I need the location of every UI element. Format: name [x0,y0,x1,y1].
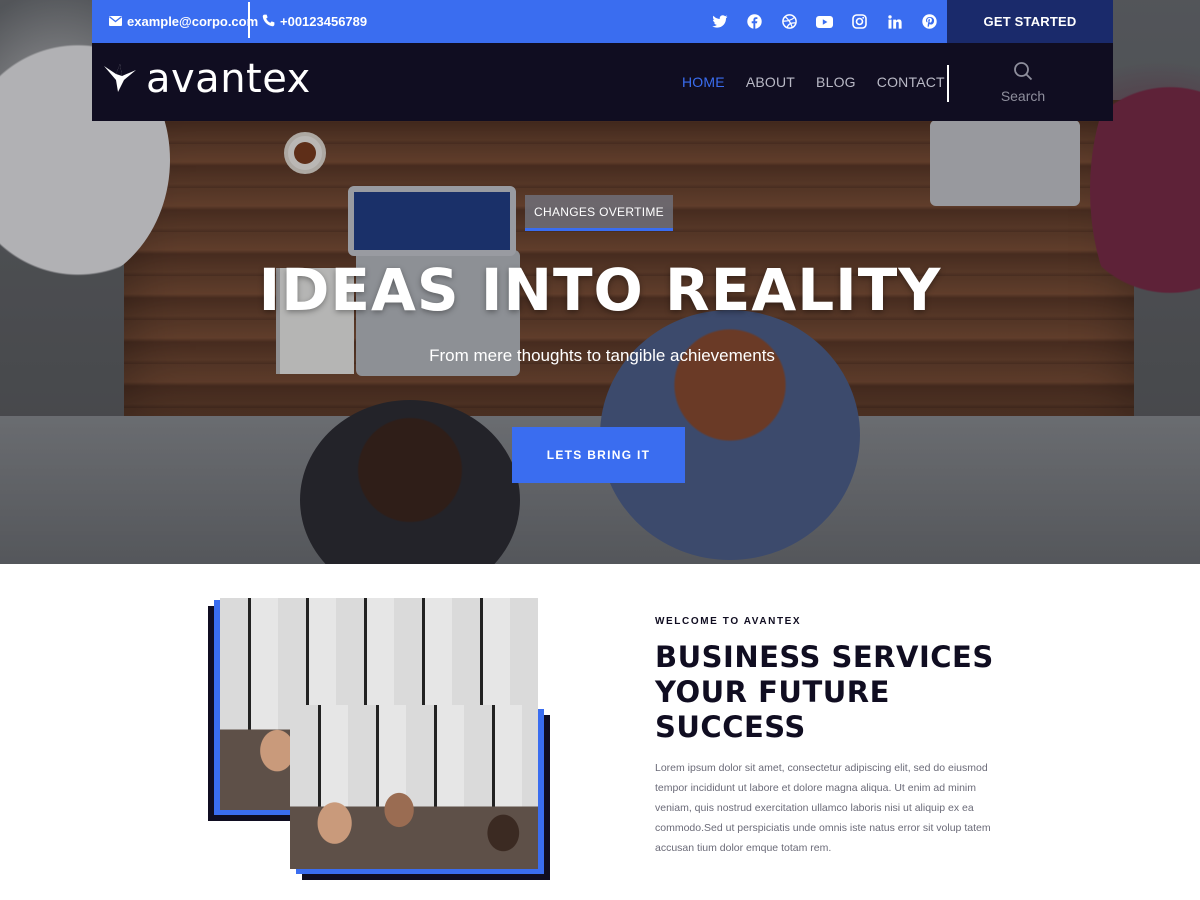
dribbble-icon[interactable] [780,12,799,31]
search-button[interactable]: Search [997,61,1049,104]
about-section [0,564,1200,900]
lets-bring-it-button[interactable]: LETS BRING IT [512,427,685,483]
instagram-icon[interactable] [850,12,869,31]
section-body: Lorem ipsum dolor sit amet, consectetur … [655,762,991,854]
site-logo[interactable]: avantex [102,59,311,99]
topbar: example@corpo.com +00123456789 GET START [92,0,1113,43]
topbar-phone[interactable]: +00123456789 [262,0,367,43]
topbar-email[interactable]: example@corpo.com [109,0,258,43]
nav-link-about[interactable]: ABOUT [746,74,795,90]
topbar-separator [248,2,250,38]
section-eyebrow: WELCOME TO AVANTEX [655,616,802,627]
envelope-icon [109,14,122,29]
linkedin-icon[interactable] [885,12,904,31]
phone-text: +00123456789 [280,14,368,29]
bird-logo-icon [102,60,138,99]
hero-badge: CHANGES OVERTIME [525,195,673,231]
pinterest-icon[interactable] [920,12,939,31]
facebook-icon[interactable] [745,12,764,31]
search-icon [1013,62,1033,85]
nav-link-blog[interactable]: BLOG [816,74,856,90]
search-label: Search [1000,88,1046,104]
social-links [710,0,939,43]
hero-subtitle: From mere thoughts to tangible achieveme… [429,346,775,365]
nav-link-home[interactable]: HOME [682,74,725,90]
email-text: example@corpo.com [127,14,259,29]
youtube-icon[interactable] [815,12,834,31]
main-navbar: avantex HOME ABOUT BLOG CONTACT Search [92,43,1113,121]
nav-links: HOME ABOUT BLOG CONTACT [682,43,945,121]
team-high-five-photo-small [290,705,538,869]
phone-icon [262,14,275,30]
nav-divider [947,65,949,102]
section-title: BUSINESS SERVICES YOUR FUTURE SUCCESS [655,640,994,744]
get-started-button[interactable]: GET STARTED [947,0,1113,43]
twitter-icon[interactable] [710,12,729,31]
nav-link-contact[interactable]: CONTACT [877,74,945,90]
logo-text: avantex [146,56,311,102]
hero-title: IDEAS INTO REALITY [258,256,942,324]
